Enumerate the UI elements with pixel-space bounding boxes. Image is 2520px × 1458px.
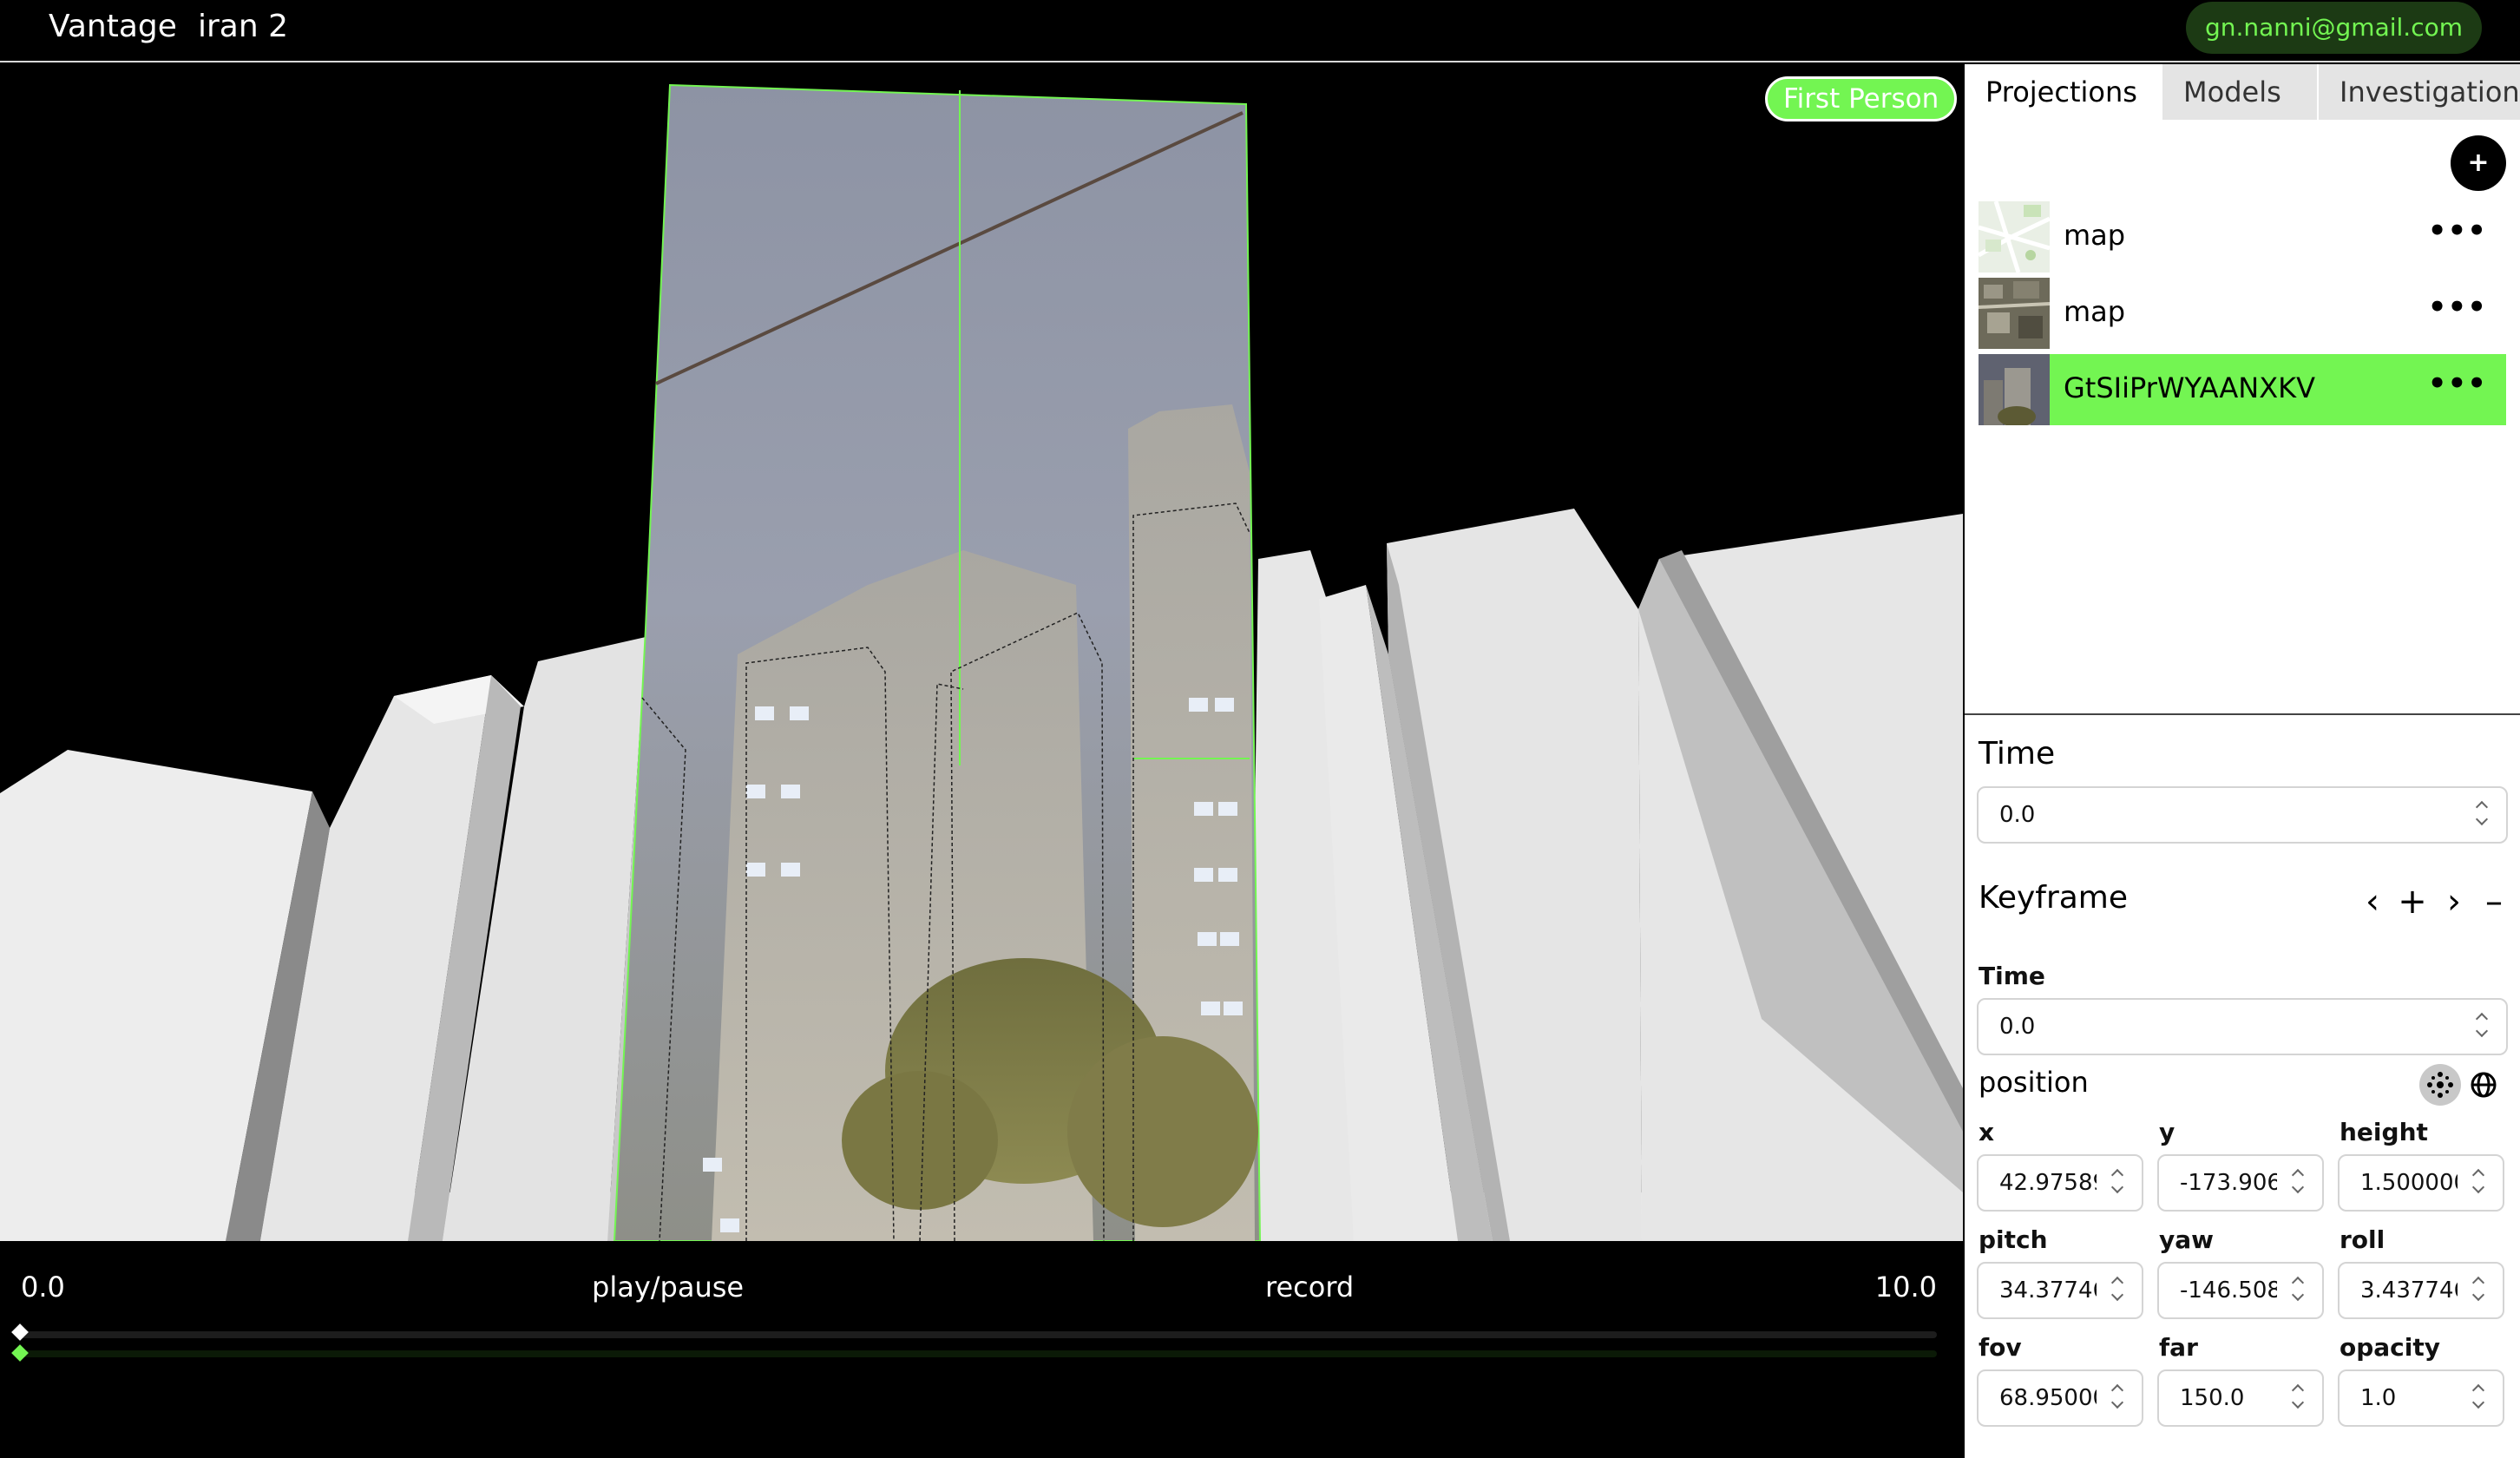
next-keyframe-icon[interactable]: › — [2437, 880, 2471, 923]
timeline-end-time: 10.0 — [1874, 1271, 1937, 1304]
timeline-track-camera[interactable] — [11, 1323, 1937, 1341]
stepper-icon[interactable] — [2289, 1383, 2308, 1413]
stepper-icon[interactable] — [2109, 1276, 2128, 1305]
stepper-icon[interactable] — [2289, 1168, 2308, 1198]
tab-projections[interactable]: Projections — [1965, 64, 2161, 120]
stepper-icon[interactable] — [2470, 1383, 2489, 1413]
projection-item[interactable]: map ••• — [1979, 201, 2506, 273]
height-input[interactable]: 1.500000 — [2338, 1154, 2504, 1212]
panel-divider — [1965, 713, 2520, 715]
projection-name: map — [2064, 295, 2126, 328]
stepper-icon[interactable] — [2473, 1012, 2492, 1041]
far-input[interactable]: 150.0 — [2157, 1369, 2324, 1427]
more-options-icon[interactable]: ••• — [2428, 290, 2487, 325]
projected-photo[interactable] — [613, 83, 1262, 1241]
add-keyframe-icon[interactable]: + — [2395, 880, 2430, 923]
globe-icon[interactable] — [2463, 1064, 2504, 1106]
record-button[interactable]: record — [1265, 1271, 1354, 1304]
time-input[interactable]: 0.0 — [1977, 786, 2508, 844]
position-mode-toggle — [2419, 1064, 2504, 1106]
projection-item-selected[interactable]: GtSIiPrWYAANXKV ••• — [1979, 354, 2506, 425]
pitch-label: pitch — [1979, 1225, 2048, 1254]
move-gizmo-icon[interactable] — [2419, 1064, 2461, 1106]
fov-label: fov — [1979, 1333, 2022, 1362]
y-label: y — [2159, 1118, 2175, 1146]
y-input[interactable]: -173.9062 — [2157, 1154, 2324, 1212]
scene-canvas[interactable] — [0, 64, 1963, 1241]
opacity-label: opacity — [2340, 1333, 2441, 1362]
first-person-toggle[interactable]: First Person — [1765, 76, 1958, 122]
yaw-label: yaw — [2159, 1225, 2215, 1254]
app-title[interactable]: Vantage — [49, 9, 177, 44]
time-section-title: Time — [1979, 736, 2056, 772]
play-pause-button[interactable]: play/pause — [592, 1271, 744, 1304]
more-options-icon[interactable]: ••• — [2428, 366, 2487, 401]
keyframe-section-title: Keyframe — [1979, 880, 2129, 916]
fov-input[interactable]: 68.95000 — [1977, 1369, 2143, 1427]
stepper-icon[interactable] — [2289, 1276, 2308, 1305]
roll-label: roll — [2340, 1225, 2385, 1254]
timeline: 0.0 play/pause record 10.0 — [0, 1243, 1963, 1458]
building-models-right — [1250, 509, 1963, 1241]
keyframe-time-label: Time — [1979, 962, 2045, 990]
keyframe-marker[interactable] — [11, 1323, 29, 1341]
satellite-thumbnail — [1979, 278, 2050, 349]
yaw-input[interactable]: -146.5087 — [2157, 1262, 2324, 1319]
stepper-icon[interactable] — [2470, 1168, 2489, 1198]
map-thumbnail — [1979, 201, 2050, 273]
top-bar: Vantage iran 2 gn.nanni@gmail.com — [0, 0, 2520, 62]
tab-investigation[interactable]: Investigation — [2317, 64, 2520, 120]
height-label: height — [2340, 1118, 2428, 1146]
roll-input[interactable]: 3.437746 — [2338, 1262, 2504, 1319]
project-name[interactable]: iran 2 — [198, 9, 288, 44]
position-section-title: position — [1979, 1066, 2089, 1099]
3d-viewport[interactable]: First Person — [0, 64, 1963, 1241]
opacity-input[interactable]: 1.0 — [2338, 1369, 2504, 1427]
prev-keyframe-icon[interactable]: ‹ — [2355, 880, 2390, 923]
timeline-track-projection[interactable] — [11, 1344, 1937, 1362]
stepper-icon[interactable] — [2473, 800, 2492, 830]
remove-keyframe-icon[interactable]: – — [2477, 880, 2511, 923]
x-label: x — [1979, 1118, 1995, 1146]
panel-tabs: Projections Models Investigation — [1965, 64, 2520, 120]
photo-thumbnail — [1979, 354, 2050, 425]
tab-models[interactable]: Models — [2161, 64, 2317, 120]
stepper-icon[interactable] — [2109, 1168, 2128, 1198]
keyframe-controls: ‹ + › – — [2355, 880, 2511, 923]
far-label: far — [2159, 1333, 2198, 1362]
building-models-left — [0, 637, 660, 1241]
side-panel: Projections Models Investigation + map •… — [1965, 64, 2520, 1458]
keyframe-marker[interactable] — [11, 1344, 29, 1362]
timeline-start-time: 0.0 — [21, 1271, 65, 1304]
stepper-icon[interactable] — [2109, 1383, 2128, 1413]
stepper-icon[interactable] — [2470, 1276, 2489, 1305]
user-account-button[interactable]: gn.nanni@gmail.com — [2185, 2, 2482, 54]
x-input[interactable]: 42.97589 — [1977, 1154, 2143, 1212]
keyframe-time-input[interactable]: 0.0 — [1977, 998, 2508, 1055]
projection-item[interactable]: map ••• — [1979, 278, 2506, 349]
projection-name: map — [2064, 219, 2126, 252]
more-options-icon[interactable]: ••• — [2428, 213, 2487, 248]
pitch-input[interactable]: 34.37746 — [1977, 1262, 2143, 1319]
add-projection-button[interactable]: + — [2451, 135, 2506, 191]
projection-name: GtSIiPrWYAANXKV — [2064, 371, 2315, 404]
